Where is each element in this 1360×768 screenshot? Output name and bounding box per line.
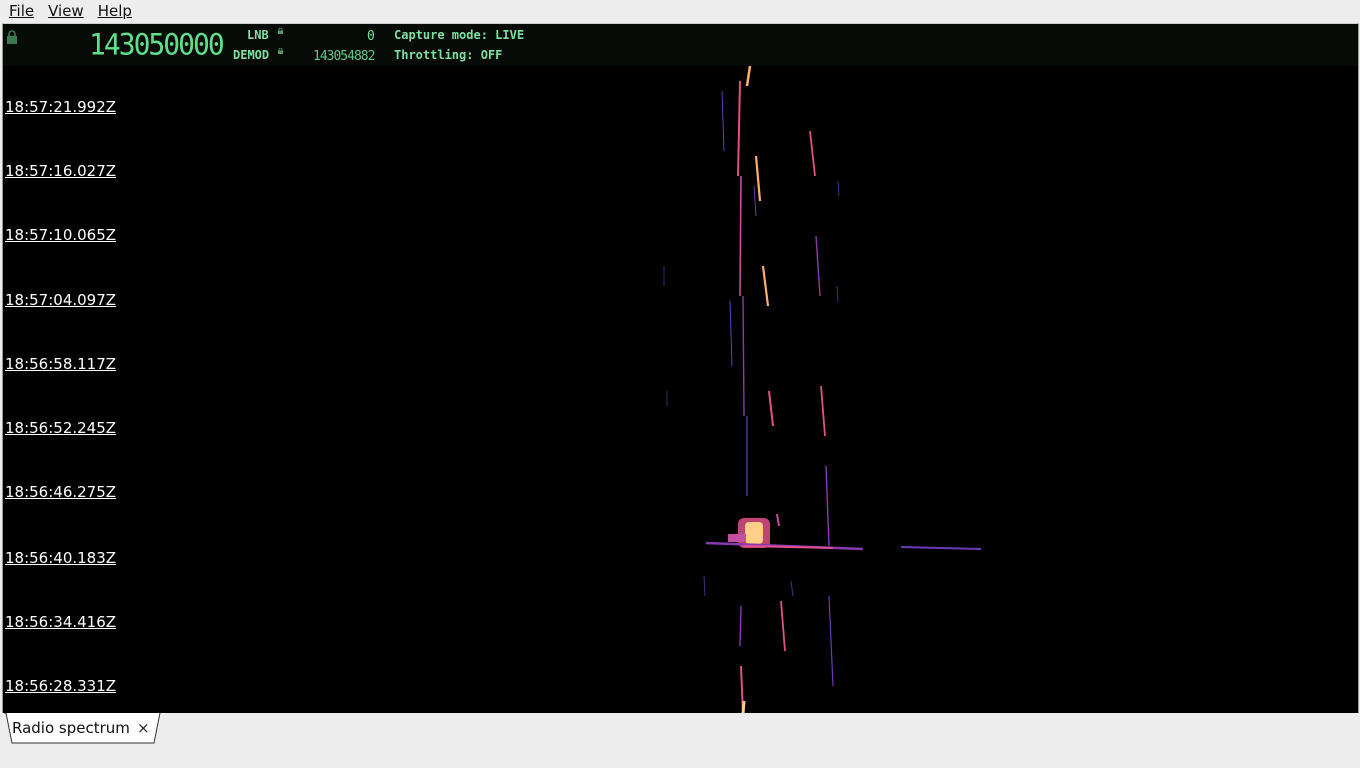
tuned-frequency[interactable]: 143050000 bbox=[89, 29, 225, 61]
timestamp-label[interactable]: 18:57:04.097Z bbox=[5, 291, 116, 309]
menu-view-label: View bbox=[48, 2, 84, 20]
spectrum-waterfall[interactable]: 18:57:21.992Z 18:57:16.027Z 18:57:10.065… bbox=[3, 66, 1358, 714]
menu-help-label: Help bbox=[97, 2, 132, 20]
timestamp-label[interactable]: 18:57:21.992Z bbox=[5, 98, 116, 116]
timestamp-label[interactable]: 18:56:46.275Z bbox=[5, 483, 116, 501]
waterfall-signals bbox=[663, 66, 982, 714]
demod-label: DEMOD bbox=[233, 48, 270, 62]
frequency-header: 143050000 LNB 0 DEMOD 143054882 Capture … bbox=[3, 24, 1358, 66]
timestamp-label[interactable]: 18:57:16.027Z bbox=[5, 162, 116, 180]
capture-mode-status: Capture mode: LIVE bbox=[394, 28, 525, 42]
lnb-lock-icon[interactable] bbox=[278, 28, 283, 34]
close-icon[interactable]: × bbox=[137, 719, 150, 737]
radio-spectrum-panel: 143050000 LNB 0 DEMOD 143054882 Capture … bbox=[2, 23, 1359, 714]
timestamp-label[interactable]: 18:56:28.331Z bbox=[5, 677, 116, 695]
timestamp-label[interactable]: 18:56:52.245Z bbox=[5, 419, 116, 437]
signal-traces bbox=[663, 66, 982, 714]
tab-bar: Radio spectrum × bbox=[0, 713, 1360, 768]
lnb-value[interactable]: 0 bbox=[367, 29, 375, 44]
menu-bar: File View Help bbox=[0, 0, 1360, 22]
timestamp-label[interactable]: 18:56:40.183Z bbox=[5, 549, 116, 567]
lnb-label: LNB bbox=[247, 28, 269, 42]
signal-burst bbox=[705, 513, 982, 551]
timestamp-label[interactable]: 18:56:34.416Z bbox=[5, 613, 116, 631]
menu-help[interactable]: Help bbox=[89, 0, 137, 22]
tab-label: Radio spectrum bbox=[12, 719, 130, 737]
lock-icon[interactable] bbox=[6, 30, 18, 44]
timestamp-label[interactable]: 18:56:58.117Z bbox=[5, 355, 116, 373]
demod-lock-icon[interactable] bbox=[278, 48, 283, 54]
tab-radio-spectrum[interactable]: Radio spectrum × bbox=[4, 713, 161, 744]
throttling-status: Throttling: OFF bbox=[394, 48, 503, 62]
demod-frequency[interactable]: 143054882 bbox=[313, 49, 375, 64]
menu-file[interactable]: File bbox=[0, 0, 39, 22]
timestamp-label[interactable]: 18:57:10.065Z bbox=[5, 226, 116, 244]
menu-file-label: File bbox=[9, 2, 35, 20]
menu-view[interactable]: View bbox=[39, 0, 89, 22]
